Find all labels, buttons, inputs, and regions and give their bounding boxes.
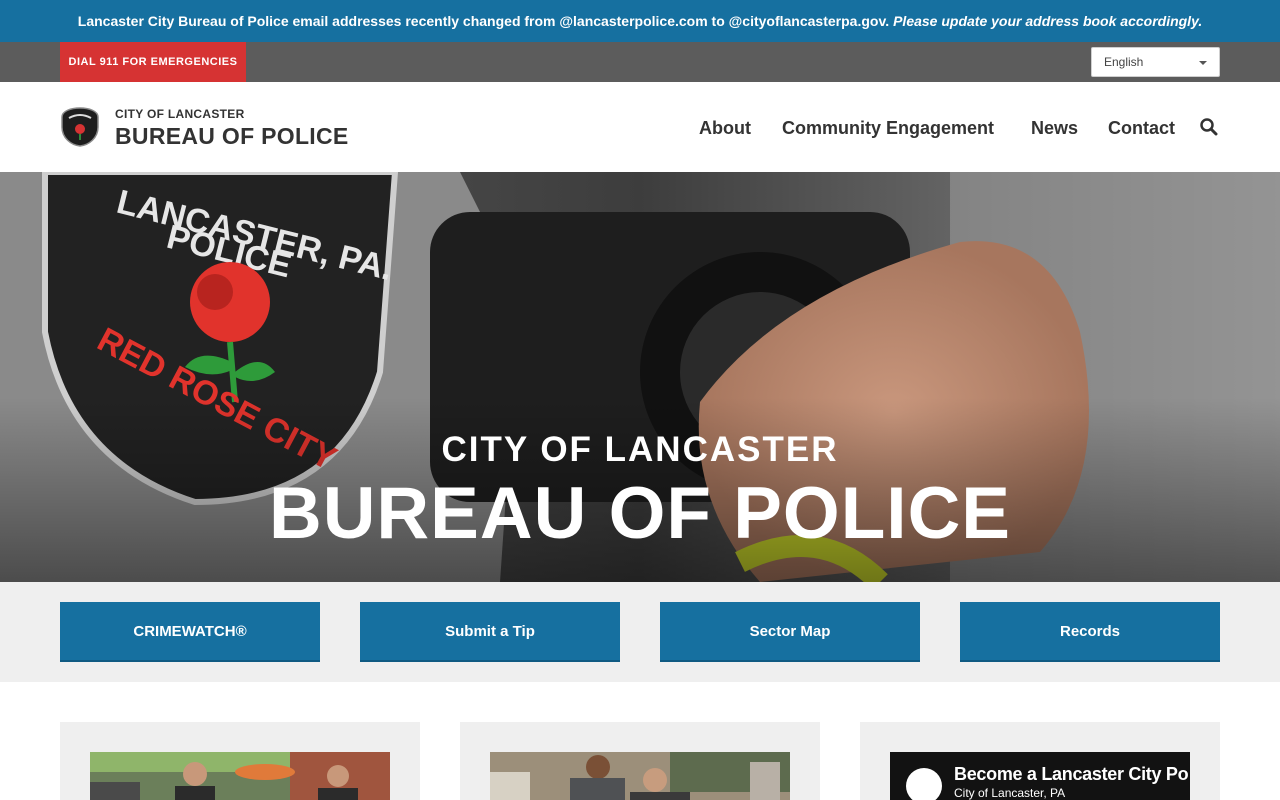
card-image[interactable] — [90, 752, 390, 800]
language-value: English — [1104, 55, 1144, 69]
email-change-alert: Lancaster City Bureau of Police email ad… — [0, 0, 1280, 42]
site-header: CITY OF LANCASTER BUREAU OF POLICE About… — [0, 82, 1280, 172]
nav-news[interactable]: News — [1031, 118, 1078, 139]
nav-about[interactable]: About — [699, 118, 751, 139]
records-button[interactable]: Records — [960, 602, 1220, 662]
brand-subtitle[interactable]: CITY OF LANCASTER — [115, 107, 245, 121]
quick-links-bar: CRIMEWATCH® Submit a Tip Sector Map Reco… — [0, 582, 1280, 682]
video-card[interactable]: Become a Lancaster City Po City of Lanca… — [860, 722, 1220, 800]
card-image[interactable] — [490, 752, 790, 800]
nav-community-engagement[interactable]: Community Engagement — [782, 118, 994, 139]
crimewatch-button[interactable]: CRIMEWATCH® — [60, 602, 320, 662]
utility-bar: DIAL 911 FOR EMERGENCIES English — [0, 42, 1280, 82]
news-card[interactable] — [60, 722, 420, 800]
alert-emphasis: Please update your address book accordin… — [893, 13, 1203, 29]
video-thumbnail[interactable]: Become a Lancaster City Po City of Lanca… — [890, 752, 1190, 800]
sector-map-button[interactable]: Sector Map — [660, 602, 920, 662]
nav-contact[interactable]: Contact — [1108, 118, 1175, 139]
channel-avatar — [906, 768, 942, 800]
hero-subtitle: CITY OF LANCASTER — [441, 430, 839, 469]
news-card[interactable] — [460, 722, 820, 800]
emergency-button[interactable]: DIAL 911 FOR EMERGENCIES — [60, 42, 246, 82]
caret-down-icon — [1199, 61, 1207, 65]
submit-tip-button[interactable]: Submit a Tip — [360, 602, 620, 662]
video-channel: City of Lancaster, PA — [954, 786, 1066, 800]
alert-text: Lancaster City Bureau of Police email ad… — [77, 13, 890, 29]
brand-title[interactable]: BUREAU OF POLICE — [115, 123, 349, 150]
search-icon[interactable] — [1199, 117, 1219, 137]
police-badge-logo[interactable] — [60, 107, 100, 147]
hero-banner: LANCASTER, PA. POLICE RED ROSE CITY CITY… — [0, 172, 1280, 582]
language-select[interactable]: English — [1091, 47, 1220, 77]
hero-title: BUREAU OF POLICE — [269, 473, 1011, 554]
video-title[interactable]: Become a Lancaster City Po — [954, 764, 1189, 785]
